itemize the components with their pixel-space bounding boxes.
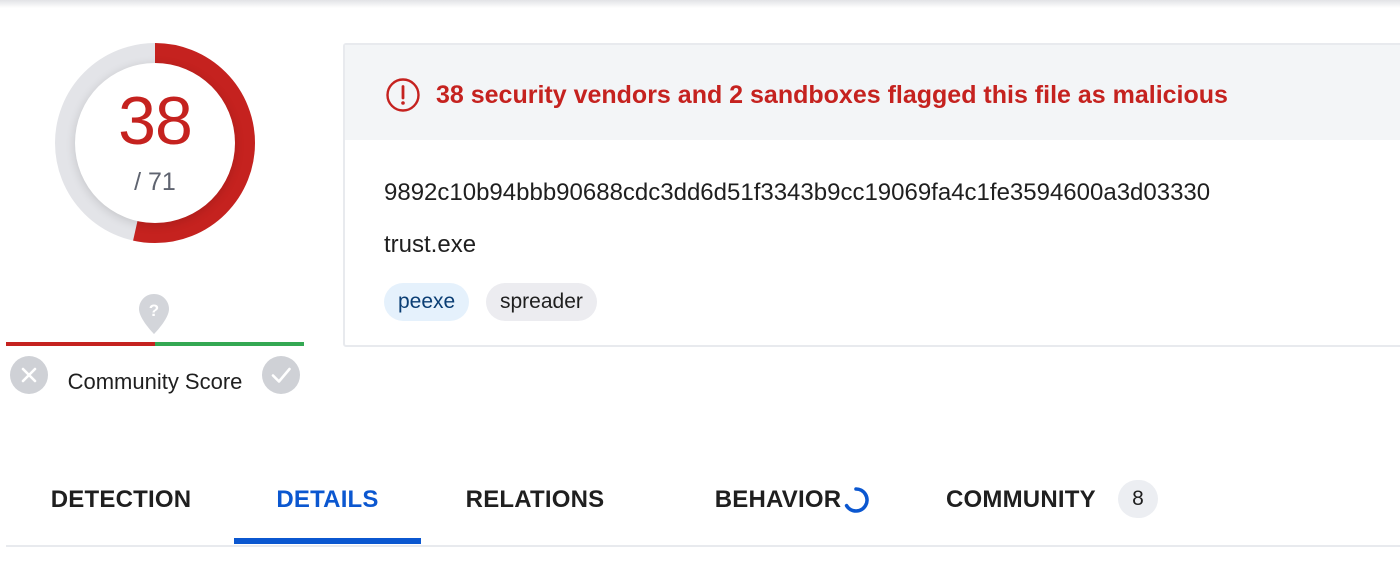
engine-total: / 71 <box>134 168 176 196</box>
header-shadow <box>0 0 1400 8</box>
community-score-label: Community Score <box>67 369 243 394</box>
community-count-badge: 8 <box>1118 480 1158 518</box>
file-report-page: 38 / 71 ? Community Score 38 security ve… <box>0 0 1400 572</box>
tag-peexe[interactable]: peexe <box>384 283 470 321</box>
malicious-alert: 38 security vendors and 2 sandboxes flag… <box>345 45 1400 140</box>
svg-text:?: ? <box>149 301 159 320</box>
file-name: trust.exe <box>384 231 477 258</box>
detection-count: 38 <box>118 83 193 159</box>
tab-behavior-label: BEHAVIOR <box>714 486 842 513</box>
loading-spinner-icon <box>844 487 869 513</box>
check-icon <box>271 367 291 383</box>
file-summary-card: 38 security vendors and 2 sandboxes flag… <box>343 43 1400 347</box>
alert-message: 38 security vendors and 2 sandboxes flag… <box>436 81 1228 109</box>
tag-spreader[interactable]: spreader <box>486 283 597 321</box>
community-positive-bar <box>155 342 304 346</box>
tabs-divider <box>6 545 1400 547</box>
tab-relations[interactable]: RELATIONS <box>440 468 630 542</box>
community-negative-bar <box>6 342 155 346</box>
exclamation-circle-icon <box>386 78 420 112</box>
question-pin-icon: ? <box>138 293 170 335</box>
tab-details[interactable]: DETAILS <box>234 468 421 542</box>
report-tabs: DETECTION DETAILS RELATIONS BEHAVIOR COM… <box>0 468 1400 548</box>
vote-malicious-button[interactable] <box>10 356 48 394</box>
detection-score-gauge: 38 / 71 <box>55 43 255 243</box>
tab-community-label: COMMUNITY <box>946 486 1096 513</box>
active-tab-indicator <box>234 538 421 544</box>
vote-harmless-button[interactable] <box>262 356 300 394</box>
close-icon <box>21 367 37 383</box>
file-sha256: 9892c10b94bbb90688cdc3dd6d51f3343b9cc190… <box>384 179 1211 206</box>
tab-detection[interactable]: DETECTION <box>28 468 214 542</box>
